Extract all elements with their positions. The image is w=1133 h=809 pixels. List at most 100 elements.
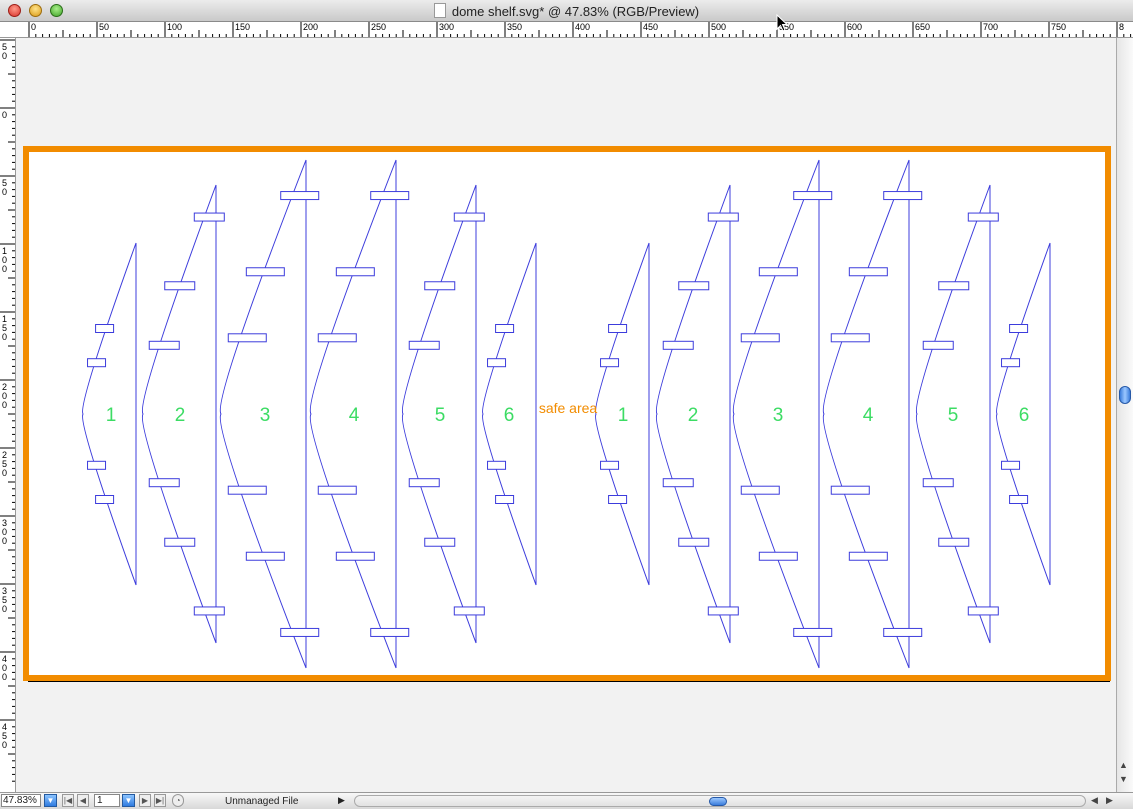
piece-number-label: 1: [618, 405, 629, 426]
ruler-label: 0: [2, 740, 7, 750]
shelf-slot: [408, 340, 440, 350]
shelf-slot: [608, 495, 628, 504]
last-page-icon[interactable]: ▶|: [154, 794, 166, 807]
horizontal-ruler-ticks: 0 50 100 150 200 250 300 350 400 450 500 550 600 650 7…: [28, 22, 1132, 37]
shelf-slot: [487, 358, 507, 368]
piece-number-label: 2: [688, 405, 699, 426]
zoom-field[interactable]: 47.83%: [1, 794, 41, 807]
ruler-label: 600: [847, 22, 862, 32]
shelf-slot: [600, 358, 620, 368]
vertical-scrollbar[interactable]: ▲ ▼: [1116, 38, 1133, 792]
document-icon: [433, 3, 446, 18]
shelf-slot: [938, 281, 970, 291]
shelf-slot: [830, 485, 870, 495]
status-bar: 47.83% ▼ |◀ ◀ 1 ▼ ▶ ▶| ◔ Unmanaged File …: [0, 792, 1133, 809]
shelf-slot: [793, 627, 833, 637]
horizontal-ruler[interactable]: 0 50 100 150 200 250 300 350 400 450 500 550 600 650 7…: [0, 22, 1133, 38]
shelf-slot: [87, 460, 107, 470]
vertical-ruler-ticks: 50050100150200250300350400450: [0, 39, 15, 782]
shelf-slot: [1009, 495, 1029, 504]
shelf-slot: [758, 551, 798, 561]
shelf-slot: [495, 495, 515, 504]
shelf-slot: [453, 212, 485, 222]
shelf-slot: [487, 460, 507, 470]
shelf-slot: [193, 606, 225, 616]
ruler-label: 700: [983, 22, 998, 32]
shelf-slot: [164, 281, 196, 291]
safe-area-label: safe area: [539, 400, 598, 416]
shelf-slot: [740, 485, 780, 495]
ruler-label: 750: [1051, 22, 1066, 32]
shelf-slot: [1009, 324, 1029, 333]
status-text: Unmanaged File: [225, 796, 299, 807]
document-canvas[interactable]: 1 2 3 4 5 6 1 2 3 4 5 6 safe area: [16, 38, 1116, 792]
first-page-icon[interactable]: |◀: [62, 794, 74, 807]
piece-number-label: 2: [175, 405, 186, 426]
piece-number-label: 3: [773, 405, 784, 426]
shelf-slot: [95, 324, 115, 333]
piece-number-label: 5: [948, 405, 959, 426]
window-title: dome shelf.svg* @ 47.83% (RGB/Preview): [0, 3, 1133, 19]
ruler-label: 200: [303, 22, 318, 32]
vertical-ruler[interactable]: 50050100150200250300350400450: [0, 38, 16, 792]
shelf-slot: [600, 460, 620, 470]
shelf-slot: [678, 537, 710, 547]
shelf-slot: [245, 267, 285, 277]
piece-number-label: 4: [863, 405, 874, 426]
ruler-label: 100: [167, 22, 182, 32]
ruler-label: 0: [2, 536, 7, 546]
shelf-slot: [280, 191, 320, 201]
piece-number-label: 4: [349, 405, 360, 426]
shelf-slot: [678, 281, 710, 291]
shelf-slot: [662, 478, 694, 488]
shelf-slot: [193, 212, 225, 222]
ruler-label: 0: [2, 332, 7, 342]
zoom-dropdown-icon[interactable]: ▼: [44, 794, 57, 807]
status-menu-icon[interactable]: ◔: [172, 794, 184, 807]
previous-page-icon[interactable]: ◀: [77, 794, 89, 807]
shelf-slot: [335, 267, 375, 277]
shelf-slot: [148, 340, 180, 350]
ruler-label: 350: [507, 22, 522, 32]
shelf-slot: [662, 340, 694, 350]
piece-number-label: 6: [1019, 405, 1030, 426]
status-menu-arrow-icon[interactable]: ▶: [338, 795, 345, 806]
piece-number-label: 6: [504, 405, 515, 426]
shelf-slot: [830, 333, 870, 343]
ruler-label: 0: [2, 468, 7, 478]
ruler-label: 400: [575, 22, 590, 32]
piece-number-label: 5: [435, 405, 446, 426]
ruler-label: 650: [915, 22, 930, 32]
window-titlebar: dome shelf.svg* @ 47.83% (RGB/Preview): [0, 0, 1133, 22]
shelf-slot: [164, 537, 196, 547]
horizontal-scrollbar[interactable]: [354, 795, 1086, 807]
shelf-slot: [227, 485, 267, 495]
scroll-left-arrow-icon[interactable]: ◀: [1091, 795, 1098, 806]
ruler-label: 0: [31, 22, 36, 32]
shelf-slot: [317, 485, 357, 495]
shelf-slot: [608, 324, 628, 333]
shelf-slot: [1001, 358, 1021, 368]
next-page-icon[interactable]: ▶: [139, 794, 151, 807]
horizontal-scroll-thumb[interactable]: [709, 797, 727, 806]
page-field[interactable]: 1: [94, 794, 120, 807]
shelf-slot: [793, 191, 833, 201]
ruler-label: 0: [2, 110, 7, 120]
shelf-slot: [495, 324, 515, 333]
vertical-scroll-thumb[interactable]: [1119, 386, 1131, 404]
shelf-slot: [95, 495, 115, 504]
cursor-arrow-icon: [776, 14, 789, 32]
scroll-down-arrow-icon[interactable]: ▼: [1119, 774, 1128, 784]
shelf-slot: [938, 537, 970, 547]
shelf-slot: [370, 191, 410, 201]
ruler-label: 0: [2, 264, 7, 274]
page-dropdown-icon[interactable]: ▼: [122, 794, 135, 807]
shelf-slot: [848, 267, 888, 277]
shelf-slot: [245, 551, 285, 561]
scroll-up-arrow-icon[interactable]: ▲: [1119, 760, 1128, 770]
shelf-slot: [883, 627, 923, 637]
artboard[interactable]: 1 2 3 4 5 6 1 2 3 4 5 6 safe area: [16, 38, 1116, 792]
ruler-label: 0: [2, 672, 7, 682]
ruler-label: 0: [2, 187, 7, 197]
scroll-right-arrow-icon[interactable]: ▶: [1106, 795, 1113, 806]
